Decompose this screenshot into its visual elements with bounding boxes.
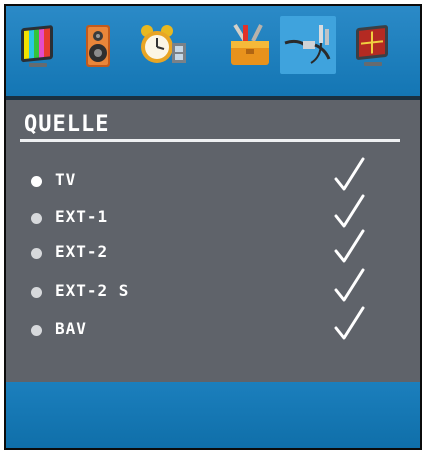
source-label: EXT-1	[55, 207, 109, 226]
bullet-icon	[31, 248, 42, 259]
info-bar	[6, 382, 420, 448]
source-cables-icon[interactable]	[280, 16, 336, 74]
sound-icon[interactable]	[70, 16, 126, 74]
tv-menu-frame: QUELLE TV EXT-1 EXT-2 EXT-2 S BAV	[4, 4, 422, 450]
bullet-icon	[31, 287, 42, 298]
source-label: EXT-2 S	[55, 281, 130, 300]
source-label: BAV	[55, 319, 87, 338]
page-title: QUELLE	[24, 112, 110, 137]
checkmark-icon[interactable]	[332, 266, 368, 306]
menu-tab-bar	[6, 6, 420, 96]
source-label: TV	[55, 170, 77, 189]
bullet-icon	[31, 325, 42, 336]
checkmark-icon[interactable]	[332, 192, 368, 232]
source-item-bav[interactable]: BAV	[6, 306, 420, 348]
checkmark-icon[interactable]	[332, 304, 368, 344]
bullet-icon	[31, 176, 42, 187]
checkmark-icon[interactable]	[332, 155, 368, 195]
clock-icon[interactable]	[134, 16, 190, 74]
title-underline	[20, 139, 400, 142]
source-label: EXT-2	[55, 242, 109, 261]
pc-monitor-icon[interactable]	[346, 16, 402, 74]
menu-icons	[6, 6, 420, 88]
source-menu-panel: QUELLE TV EXT-1 EXT-2 EXT-2 S BAV	[6, 100, 420, 382]
checkmark-icon[interactable]	[332, 227, 368, 267]
bullet-icon	[31, 213, 42, 224]
picture-icon[interactable]	[12, 16, 68, 74]
toolbox-icon[interactable]	[222, 16, 278, 74]
